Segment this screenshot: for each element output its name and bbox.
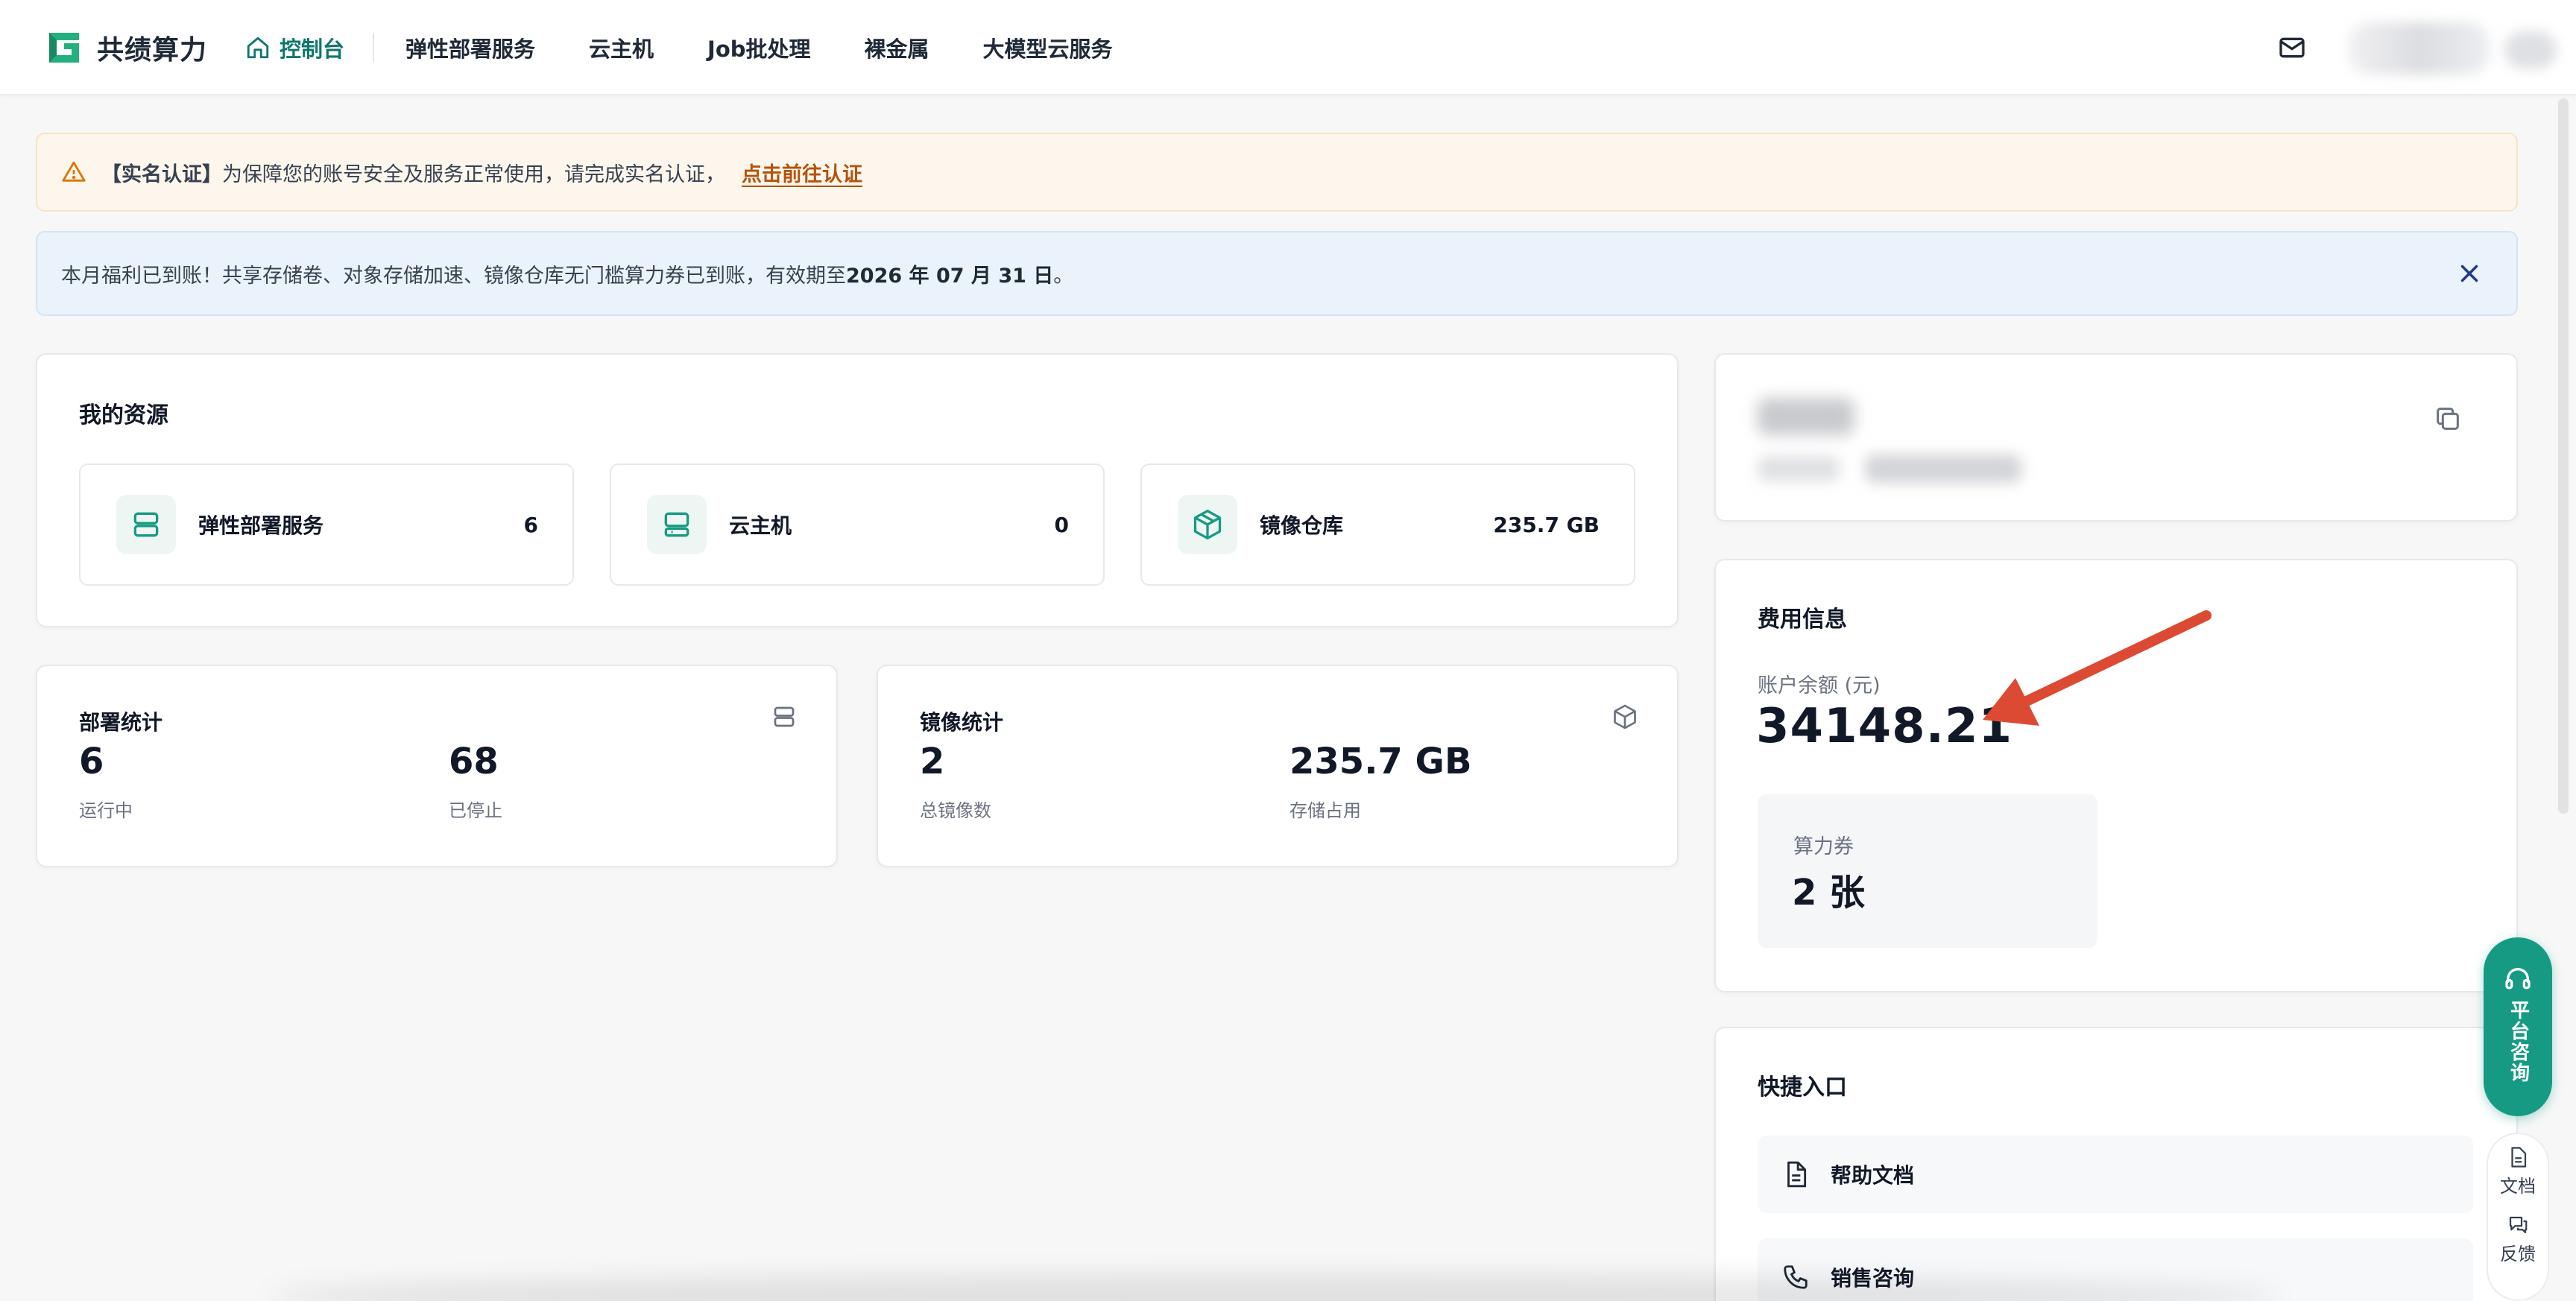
resource-icon-box [647,495,707,554]
benefit-alert-suffix: 。 [1053,264,1074,288]
nav-console[interactable]: 控制台 [242,24,371,72]
brand-logo[interactable]: 共绩算力 [45,27,207,69]
server-stack-icon [133,512,159,537]
benefit-expiry-date: 2026 年 07 月 31 日 [846,264,1054,288]
coupon-label: 算力券 [1793,835,1854,858]
nav-console-label: 控制台 [280,37,345,62]
resource-image-registry[interactable]: 镜像仓库 235.7 GB [1140,463,1635,586]
page-scrollbar[interactable] [2558,98,2569,814]
warning-icon [62,161,86,182]
resource-cloud-host[interactable]: 云主机 0 [610,463,1105,586]
stopped-label: 已停止 [449,800,502,821]
deploy-stats-title: 部署统计 [79,710,163,735]
resource-elastic-deploy[interactable]: 弹性部署服务 6 [79,463,574,586]
close-icon[interactable] [2455,259,2484,288]
stopped-count: 68 [449,741,499,782]
resource-icon-box [1178,495,1237,554]
storage-usage: 235.7 GB [1289,741,1472,782]
resource-label: 云主机 [729,513,792,538]
deploy-stats-card: 部署统计 6 运行中 68 已停止 [36,665,838,867]
account-card [1714,353,2518,522]
account-name-blurred [1758,398,1854,435]
verify-alert: 【实名认证】 为保障您的账号安全及服务正常使用，请完成实名认证， 点击前往认证 [36,133,2518,212]
image-count-label: 总镜像数 [920,800,991,821]
resource-label: 弹性部署服务 [198,513,324,538]
platform-consult-button[interactable]: 平台咨询 [2484,937,2552,1116]
fee-info-card: 费用信息 账户余额 (元) 34148.21 算力券 2 张 [1714,559,2518,993]
side-toolbar: 文档 反馈 [2487,1133,2549,1301]
nav-elastic-deploy[interactable]: 弹性部署服务 [379,24,562,72]
resource-icon-box [116,495,176,554]
mail-icon[interactable] [2277,33,2307,63]
copy-icon[interactable] [2433,404,2463,434]
my-resources-card: 我的资源 弹性部署服务 6 云主机 0 镜像仓库 235.7 GB [36,353,1679,627]
package-icon [1193,510,1222,539]
nav-cloud-host[interactable]: 云主机 [562,24,681,72]
storage-usage-label: 存储占用 [1289,800,1361,821]
nav-bare-metal[interactable]: 裸金属 [838,24,956,72]
user-info-blurred[interactable] [2348,22,2490,75]
cloud-host-icon [664,512,689,537]
top-header: 共绩算力 控制台 弹性部署服务 云主机 Job批处理 裸金属 大模型云服务 [0,0,2576,95]
resource-value: 6 [523,512,538,537]
quick-entry-title: 快捷入口 [1758,1074,1847,1101]
image-count: 2 [920,741,945,782]
balance-value: 34148.21 [1756,699,2013,754]
quick-help-docs[interactable]: 帮助文档 [1758,1136,2473,1213]
quick-help-docs-label: 帮助文档 [1831,1163,1915,1188]
benefit-alert: 本月福利已到账！共享存储卷、对象存储加速、镜像仓库无门槛算力券已到账，有效期至 … [36,231,2518,316]
main-nav: 控制台 弹性部署服务 云主机 Job批处理 裸金属 大模型云服务 [242,24,1140,72]
resource-label: 镜像仓库 [1260,513,1344,538]
fee-info-title: 费用信息 [1758,607,1847,633]
nav-job-batch[interactable]: Job批处理 [681,24,837,72]
running-label: 运行中 [79,800,133,821]
headset-icon [2505,968,2531,990]
coupon-box[interactable]: 算力券 2 张 [1758,794,2097,948]
quick-entry-card: 快捷入口 帮助文档 销售咨询 [1714,1027,2518,1301]
verify-alert-text: 为保障您的账号安全及服务正常使用，请完成实名认证， [222,162,725,186]
running-count: 6 [79,741,104,782]
docs-tool-button[interactable]: 文档 [2500,1146,2536,1197]
balance-label: 账户余额 (元) [1758,674,1881,697]
coupon-count: 2 张 [1792,872,1866,914]
docs-tool-label: 文档 [2500,1176,2536,1197]
platform-consult-label: 平台咨询 [2507,1000,2530,1083]
account-id-blurred [1865,455,2021,483]
document-icon [2511,1147,2527,1168]
brand-name: 共绩算力 [97,35,208,66]
server-stack-icon [774,706,795,727]
account-id-label-blurred [1758,456,1840,481]
feedback-icon [2509,1216,2528,1234]
nav-divider [373,33,375,63]
my-resources-title: 我的资源 [79,402,168,428]
nav-llm-cloud[interactable]: 大模型云服务 [956,24,1140,72]
brand-logo-icon [49,33,79,63]
verify-link[interactable]: 点击前往认证 [742,158,862,187]
home-icon [247,37,269,59]
verify-alert-prefix: 【实名认证】 [101,162,222,186]
resource-value: 0 [1054,512,1069,537]
resource-value: 235.7 GB [1493,512,1600,537]
document-icon [1787,1161,1807,1188]
feedback-tool-label: 反馈 [2500,1244,2536,1264]
image-stats-title: 镜像统计 [920,710,1004,735]
feedback-tool-button[interactable]: 反馈 [2500,1214,2536,1265]
avatar-blurred[interactable] [2504,31,2557,69]
image-stats-card: 镜像统计 2 总镜像数 235.7 GB 存储占用 [877,665,1679,867]
benefit-alert-text: 本月福利已到账！共享存储卷、对象存储加速、镜像仓库无门槛算力券已到账，有效期至 [61,264,846,288]
package-icon [1614,704,1636,729]
